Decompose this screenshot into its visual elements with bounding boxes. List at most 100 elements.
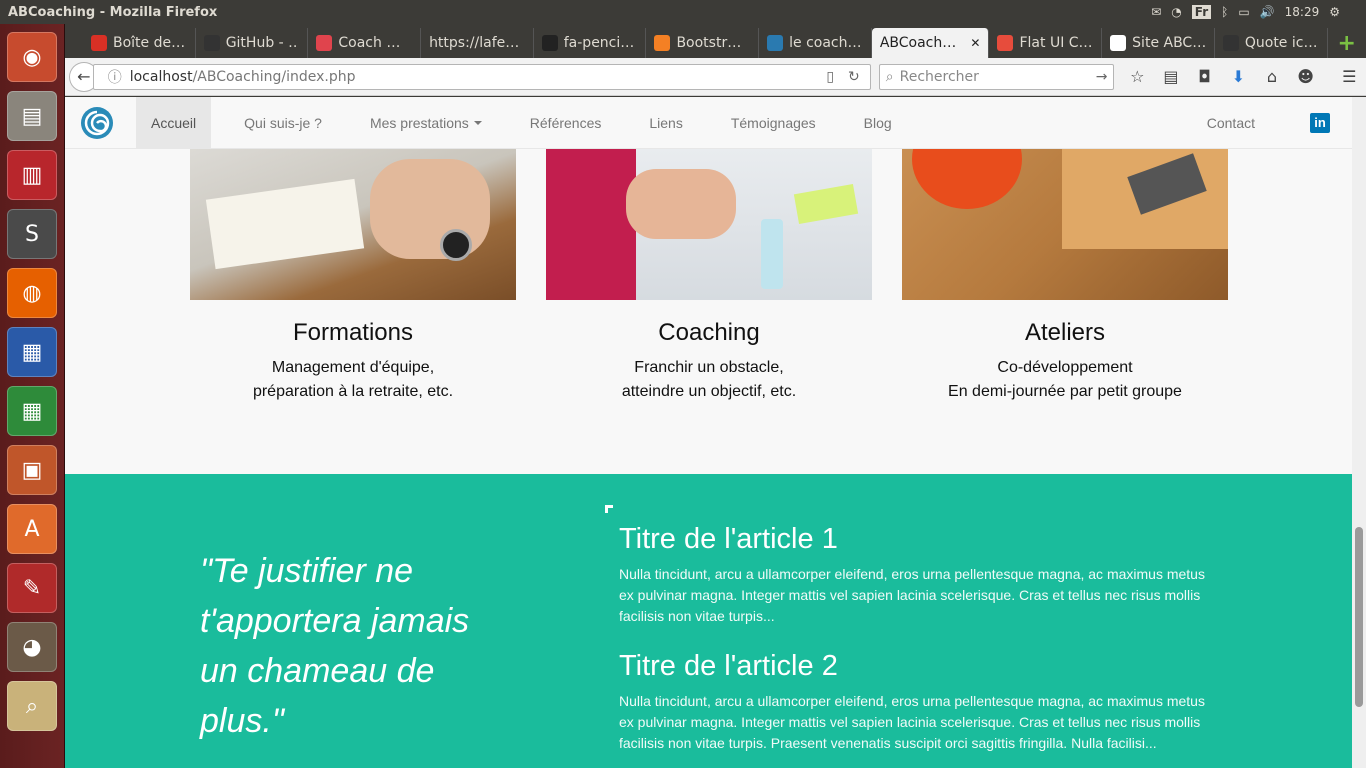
tab-label: ABCoach…: [879, 35, 957, 51]
page-viewport: Accueil Qui suis-je ? Mes prestations Référ…: [65, 97, 1352, 768]
nav-item-label: Blog: [863, 114, 892, 131]
tab-3[interactable]: https://lafe…: [421, 28, 534, 58]
caret-down-icon: [473, 120, 482, 125]
nav-item-4[interactable]: Liens: [634, 97, 697, 149]
tab-5[interactable]: Bootstr…: [646, 28, 760, 58]
spiral-logo-icon: [81, 106, 113, 139]
sublime-text-icon[interactable]: S: [7, 209, 57, 259]
chat-icon[interactable]: ✉: [1151, 5, 1161, 19]
tab-4[interactable]: fa-penci…: [534, 28, 647, 58]
settings-gear-icon[interactable]: ⚙: [1329, 5, 1340, 19]
close-tab-icon[interactable]: ✕: [970, 36, 980, 50]
info-icon[interactable]: ⓘ: [108, 67, 122, 87]
tab-label: le coach…: [789, 35, 862, 51]
gimp-icon[interactable]: ◕: [7, 622, 57, 672]
tab-label: https://lafe…: [429, 35, 520, 51]
tab-0[interactable]: Boîte de…: [83, 28, 196, 58]
terminal-manager-icon[interactable]: ▥: [7, 150, 57, 200]
tab-10[interactable]: Quote ic…: [1215, 28, 1328, 58]
tab-8[interactable]: Flat UI C…: [989, 28, 1103, 58]
firefox-icon[interactable]: ◍: [7, 268, 57, 318]
article-body: Nulla tincidunt, arcu a ullamcorper elei…: [619, 693, 1205, 751]
search-bar[interactable]: ⌕ Rechercher →: [878, 63, 1115, 90]
card-title: Ateliers: [1024, 319, 1106, 346]
site-logo[interactable]: [79, 105, 115, 141]
url-path: /ABCoaching/index.php: [192, 68, 356, 85]
nav-item-0[interactable]: Accueil: [136, 97, 212, 149]
system-top-bar: ABCoaching - Mozilla Firefox ✉ ◔ Fr ᛒ ▭ …: [0, 0, 1366, 24]
tab-label: GitHub - …: [225, 35, 300, 51]
card-title: Formations: [292, 319, 414, 346]
navigation-toolbar: ← ⓘ localhost/ABCoaching/index.php ▯ ↻ ⌕ …: [65, 58, 1366, 96]
calc-icon[interactable]: ▦: [7, 386, 57, 436]
nav-item-1[interactable]: Qui suis-je ?: [229, 97, 337, 149]
home-icon[interactable]: ⌂: [1255, 67, 1289, 86]
writer-icon[interactable]: ▦: [7, 327, 57, 377]
volume-icon[interactable]: 🔊: [1260, 5, 1275, 19]
linkedin-icon[interactable]: in: [1310, 112, 1330, 133]
bluetooth-icon[interactable]: ᛒ: [1221, 5, 1228, 19]
article-1[interactable]: Titre de l'article 1 Nulla tincidunt, ar…: [619, 522, 1219, 627]
tab-label: Site ABC…: [1132, 35, 1206, 51]
tab-label: Bootstr…: [676, 35, 742, 51]
tab-1[interactable]: GitHub - …: [196, 28, 309, 58]
ubuntu-dash-icon[interactable]: ◉: [7, 32, 57, 82]
grid-icon: [997, 35, 1014, 51]
tab-7[interactable]: ABCoach… ✕: [871, 28, 990, 58]
search-go-icon[interactable]: →: [1096, 69, 1108, 85]
nav-item-5[interactable]: Témoignages: [716, 97, 831, 149]
formations-image: [190, 149, 516, 300]
tab-9[interactable]: Site ABC…: [1102, 28, 1215, 58]
search-placeholder: Rechercher: [899, 68, 979, 85]
tab-6[interactable]: le coach…: [759, 28, 872, 58]
software-center-icon[interactable]: A: [7, 504, 57, 554]
bookmarks-list-icon[interactable]: ▤: [1154, 67, 1188, 86]
pocket-icon[interactable]: ◘: [1188, 67, 1222, 86]
scrollbar-thumb[interactable]: [1355, 527, 1363, 707]
hello-icon[interactable]: ☻: [1289, 67, 1323, 86]
image-viewer-icon[interactable]: ⌕: [7, 681, 57, 731]
nav-item-2[interactable]: Mes prestations: [355, 97, 497, 149]
tab-label: Flat UI C…: [1019, 35, 1093, 51]
wifi-icon[interactable]: ◔: [1171, 5, 1181, 19]
card-line-1: Co-développement: [997, 359, 1133, 376]
coaching-image: [546, 149, 872, 300]
impress-icon[interactable]: ▣: [7, 445, 57, 495]
tab-label: fa-penci…: [563, 35, 635, 51]
site-nav-items: Accueil Qui suis-je ? Mes prestations Référ…: [136, 97, 925, 149]
files-icon[interactable]: ▤: [7, 91, 57, 141]
url-bar[interactable]: ⓘ localhost/ABCoaching/index.php ▯ ↻: [92, 63, 871, 90]
page-scrollbar[interactable]: [1352, 97, 1366, 768]
card-title: Coaching: [658, 319, 760, 346]
menu-icon[interactable]: ☰: [1332, 67, 1366, 86]
nav-item-label: Témoignages: [730, 114, 816, 131]
service-card-coaching: Coaching Franchir un obstacle, atteindre…: [546, 149, 872, 404]
tab-strip: Boîte de… GitHub - … Coach … https://lafe… f…: [65, 24, 1366, 58]
github-icon: [203, 35, 220, 51]
card-line-1: Franchir un obstacle,: [634, 359, 784, 376]
quote-icon: [1222, 35, 1239, 51]
tab-label: Boîte de…: [113, 35, 186, 51]
tab-2[interactable]: Coach …: [308, 28, 422, 58]
nav-item-6[interactable]: Blog: [849, 97, 907, 149]
ateliers-image: [902, 149, 1228, 300]
bookmark-star-icon[interactable]: ☆: [1120, 67, 1154, 86]
new-tab-button[interactable]: +: [1328, 28, 1366, 58]
article-title[interactable]: Titre de l'article 2: [619, 649, 1219, 683]
battery-icon[interactable]: ▭: [1238, 5, 1249, 19]
unity-launcher: ◉ ▤ ▥ S ◍ ▦ ▦ ▣ A ✎ ◕ ⌕: [0, 24, 65, 768]
article-title[interactable]: Titre de l'article 1: [619, 522, 1219, 556]
article-2[interactable]: Titre de l'article 2 Nulla tincidunt, ar…: [619, 649, 1219, 754]
site-navbar: Accueil Qui suis-je ? Mes prestations Référ…: [65, 97, 1352, 149]
contact-link[interactable]: Contact: [1192, 115, 1270, 131]
quote-articles-section: "Te justifier ne t'apportera jamais un c…: [65, 474, 1352, 768]
keyboard-layout[interactable]: Fr: [1191, 5, 1212, 19]
dev-icon: [767, 35, 784, 51]
system-settings-icon[interactable]: ✎: [7, 563, 57, 613]
h-icon: [1110, 35, 1127, 51]
downloads-icon[interactable]: ⬇: [1221, 67, 1255, 86]
reload-icon[interactable]: ↻: [848, 69, 860, 85]
nav-item-3[interactable]: Références: [515, 97, 617, 149]
reader-view-icon[interactable]: ▯: [826, 69, 834, 85]
clock[interactable]: 18:29: [1285, 5, 1320, 19]
